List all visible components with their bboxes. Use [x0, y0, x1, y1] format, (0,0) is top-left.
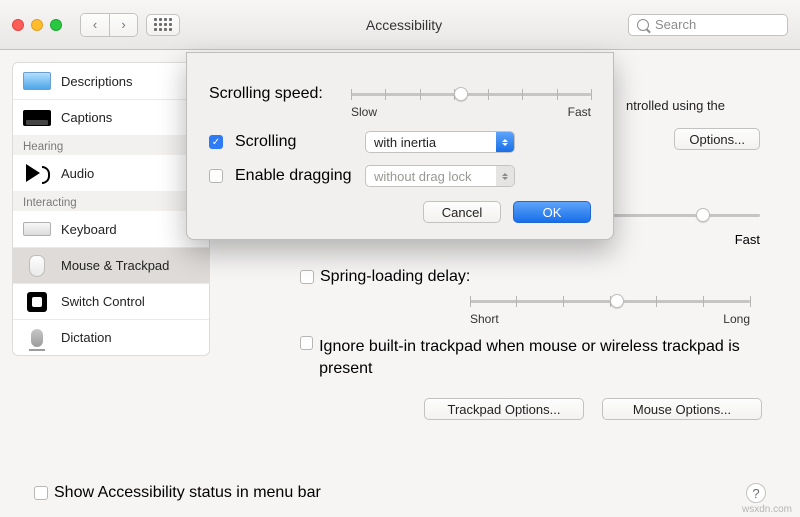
sidebar-item-mouse-trackpad[interactable]: Mouse & Trackpad — [13, 247, 209, 283]
spring-loading-label: Spring-loading delay: — [320, 268, 470, 286]
chevron-updown-icon — [496, 132, 514, 152]
sidebar-item-label: Audio — [61, 166, 94, 181]
back-button[interactable]: ‹ — [81, 14, 109, 36]
ignore-builtin-trackpad-label: Ignore built-in trackpad when mouse or w… — [319, 336, 762, 381]
watermark-text: wsxdn.com — [742, 504, 792, 515]
sidebar-category-hearing: Hearing — [13, 135, 209, 155]
scrolling-speed-min-label: Slow — [351, 105, 377, 119]
forward-button[interactable]: › — [109, 14, 137, 36]
sidebar-item-descriptions[interactable]: Descriptions — [13, 63, 209, 99]
help-button[interactable]: ? — [746, 483, 766, 503]
sidebar-item-captions[interactable]: Captions — [13, 99, 209, 135]
audio-icon — [26, 164, 40, 182]
sidebar-item-label: Switch Control — [61, 294, 145, 309]
dragging-behavior-select: without drag lock — [365, 165, 515, 187]
search-placeholder: Search — [655, 17, 696, 32]
scrolling-behavior-select[interactable]: with inertia — [365, 131, 515, 153]
dragging-select-value: without drag lock — [374, 169, 472, 184]
spring-loading-checkbox[interactable] — [300, 270, 314, 284]
enable-dragging-label: Enable dragging — [235, 167, 353, 185]
close-window-button[interactable] — [12, 19, 24, 31]
scrolling-speed-max-label: Fast — [568, 105, 591, 119]
spring-slider-min-label: Short — [470, 312, 499, 326]
grid-icon — [154, 18, 172, 31]
ok-button[interactable]: OK — [513, 201, 591, 223]
sidebar-item-switch-control[interactable]: Switch Control — [13, 283, 209, 319]
enable-dragging-checkbox[interactable] — [209, 169, 223, 183]
show-all-button[interactable] — [146, 14, 180, 36]
zoom-window-button[interactable] — [50, 19, 62, 31]
descriptions-icon — [23, 72, 51, 90]
chevron-updown-icon — [496, 166, 514, 186]
search-icon — [637, 19, 649, 31]
ignore-builtin-trackpad-checkbox[interactable] — [300, 336, 313, 350]
sidebar-category-interacting: Interacting — [13, 191, 209, 211]
show-status-menubar-checkbox[interactable] — [34, 486, 48, 500]
spring-loading-delay-slider[interactable] — [470, 292, 750, 310]
obscured-text-fragment: ntrolled using the — [626, 98, 725, 113]
dictation-icon — [31, 329, 43, 347]
scrolling-speed-slider[interactable] — [351, 85, 591, 103]
window-toolbar: ‹ › Accessibility Search — [0, 0, 800, 50]
scrolling-checkbox-label: Scrolling — [235, 133, 353, 151]
spring-slider-max-label: Long — [723, 312, 750, 326]
sidebar-item-label: Dictation — [61, 330, 112, 345]
mouse-options-button[interactable]: Mouse Options... — [602, 398, 762, 420]
window-controls — [12, 19, 62, 31]
sidebar-item-label: Keyboard — [61, 222, 117, 237]
scrolling-speed-label: Scrolling speed: — [209, 85, 339, 103]
scrolling-select-value: with inertia — [374, 135, 436, 150]
slider-max-label: Fast — [735, 232, 760, 247]
sidebar-item-dictation[interactable]: Dictation — [13, 319, 209, 355]
show-status-menubar-label: Show Accessibility status in menu bar — [54, 484, 321, 502]
captions-icon — [23, 110, 51, 126]
sidebar-item-label: Mouse & Trackpad — [61, 258, 169, 273]
sidebar-item-keyboard[interactable]: Keyboard — [13, 211, 209, 247]
mouse-icon — [29, 255, 45, 277]
window-title: Accessibility — [366, 17, 442, 33]
trackpad-options-sheet: Scrolling speed: Slow Fast ✓ Scrolling w… — [186, 52, 614, 240]
minimize-window-button[interactable] — [31, 19, 43, 31]
sidebar-item-label: Captions — [61, 110, 112, 125]
accessibility-preferences-window: ‹ › Accessibility Search Descriptions — [0, 0, 800, 517]
scrolling-checkbox[interactable]: ✓ — [209, 135, 223, 149]
search-field[interactable]: Search — [628, 14, 788, 36]
sidebar-item-label: Descriptions — [61, 74, 133, 89]
trackpad-options-button[interactable]: Trackpad Options... — [424, 398, 584, 420]
keyboard-icon — [23, 222, 51, 236]
options-button[interactable]: Options... — [674, 128, 760, 150]
nav-back-forward: ‹ › — [80, 13, 138, 37]
switch-control-icon — [27, 292, 47, 312]
sidebar-item-audio[interactable]: Audio — [13, 155, 209, 191]
cancel-button[interactable]: Cancel — [423, 201, 501, 223]
